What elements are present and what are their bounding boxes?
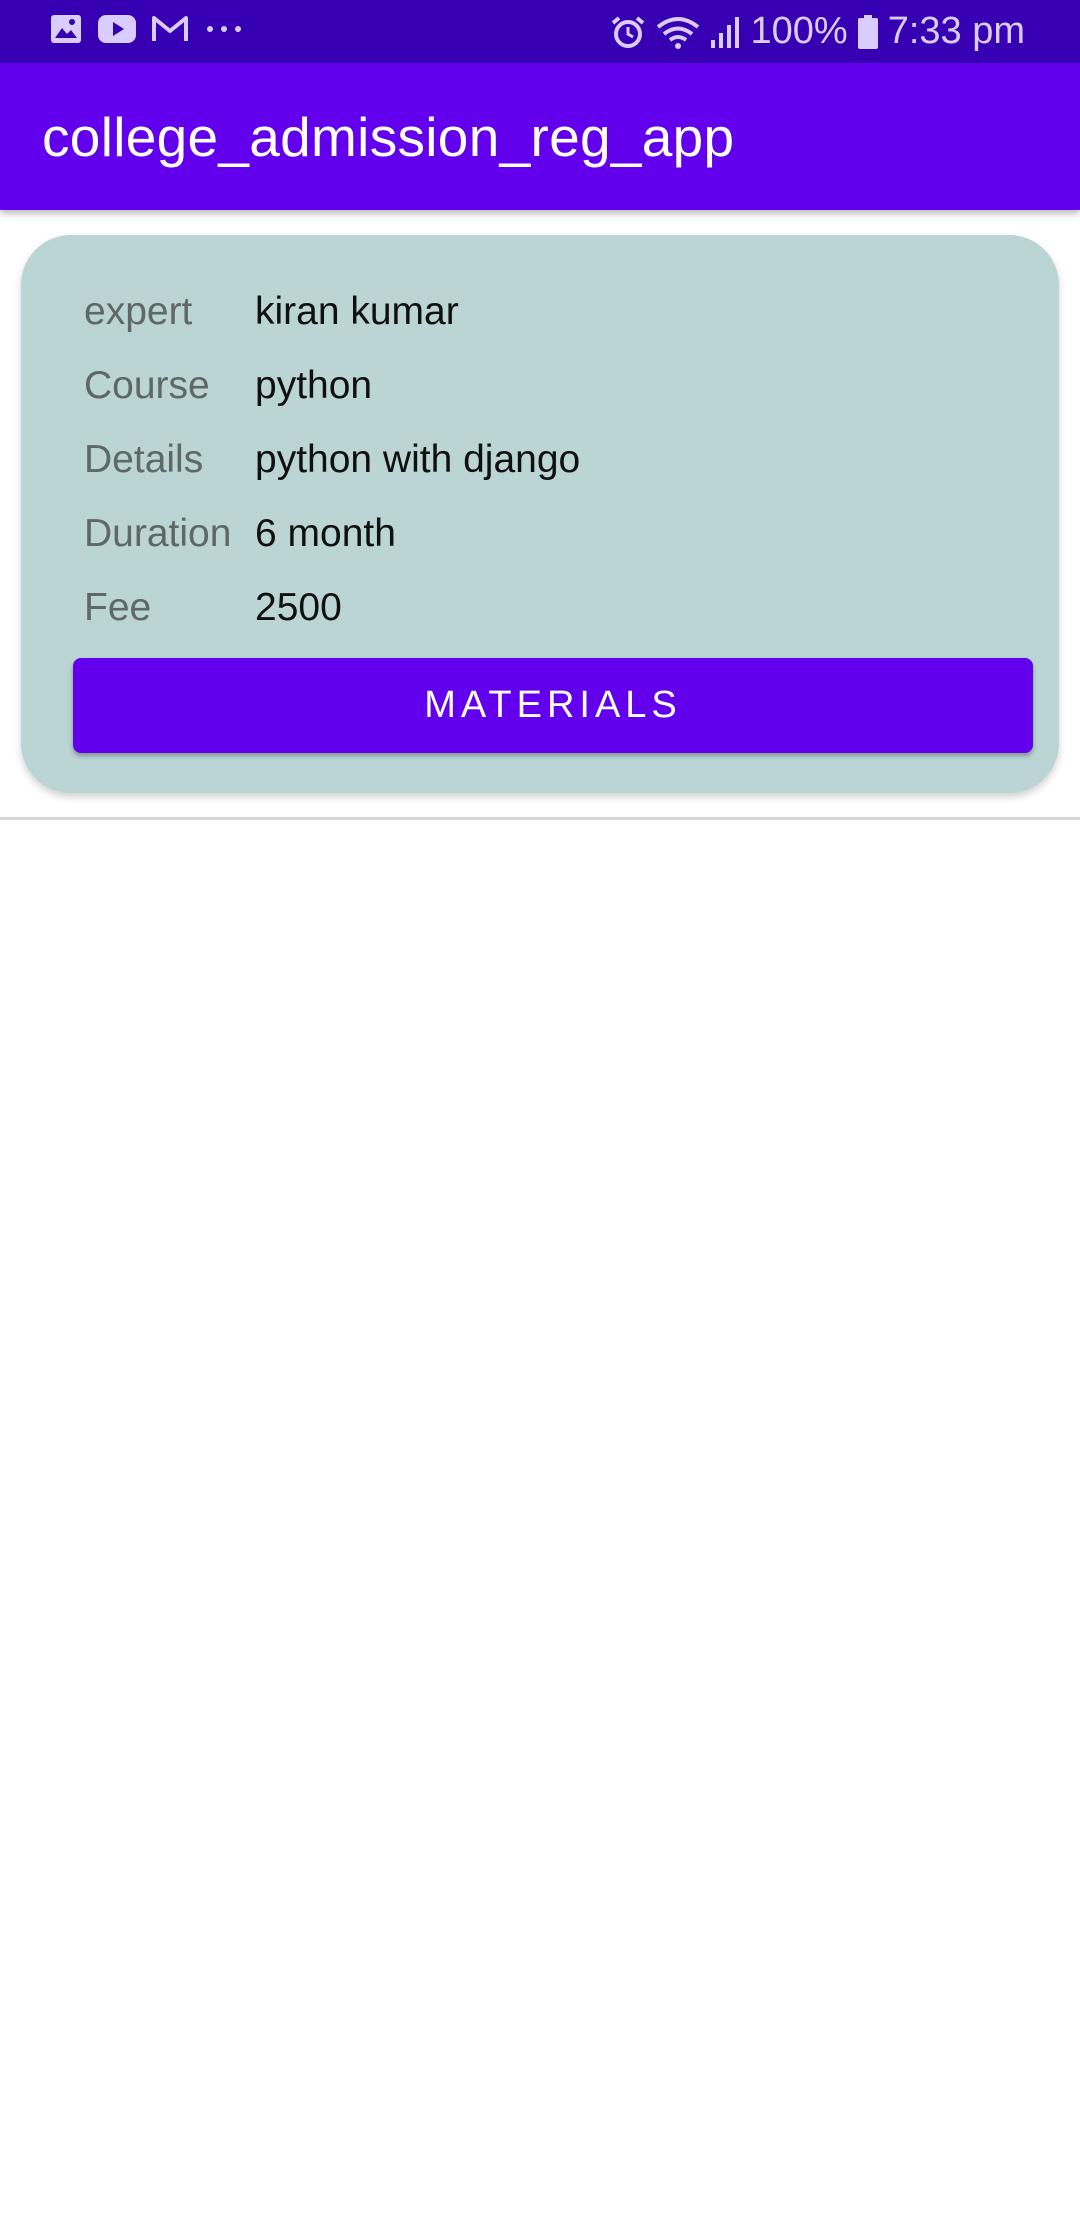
battery-percent: 100% <box>750 10 848 52</box>
materials-button[interactable]: MATERIALS <box>73 658 1033 753</box>
app-title: college_admission_reg_app <box>42 106 735 168</box>
fee-value: 2500 <box>255 586 342 629</box>
duration-label: Duration <box>84 512 232 555</box>
duration-value: 6 month <box>255 512 396 555</box>
duration-row: Duration 6 month <box>84 504 396 564</box>
app-bar: college_admission_reg_app <box>0 63 1080 210</box>
expert-value: kiran kumar <box>255 290 459 333</box>
alarm-icon <box>610 15 646 49</box>
status-bar: 100% 7:33 pm <box>0 0 1080 63</box>
details-label: Details <box>84 438 204 481</box>
details-row: Details python with django <box>84 430 580 490</box>
signal-icon <box>710 16 740 48</box>
battery-icon <box>857 14 878 49</box>
more-dots-icon <box>204 24 244 34</box>
expert-row: expert kiran kumar <box>84 282 459 342</box>
notification-icons <box>50 14 244 44</box>
gmail-icon <box>152 15 188 43</box>
expert-label: expert <box>84 290 193 333</box>
details-value: python with django <box>255 438 581 481</box>
fee-label: Fee <box>84 586 152 629</box>
fee-row: Fee 2500 <box>84 578 342 638</box>
course-value: python <box>255 364 373 407</box>
clock: 7:33 pm <box>887 10 1025 52</box>
list-divider <box>0 817 1080 820</box>
gallery-icon <box>50 14 82 44</box>
youtube-icon <box>98 15 136 43</box>
course-label: Course <box>84 364 210 407</box>
system-status: 100% 7:33 pm <box>610 10 1025 53</box>
wifi-icon <box>656 15 700 49</box>
course-row: Course python <box>84 356 372 416</box>
course-card: expert kiran kumar Course python Details… <box>21 235 1059 793</box>
